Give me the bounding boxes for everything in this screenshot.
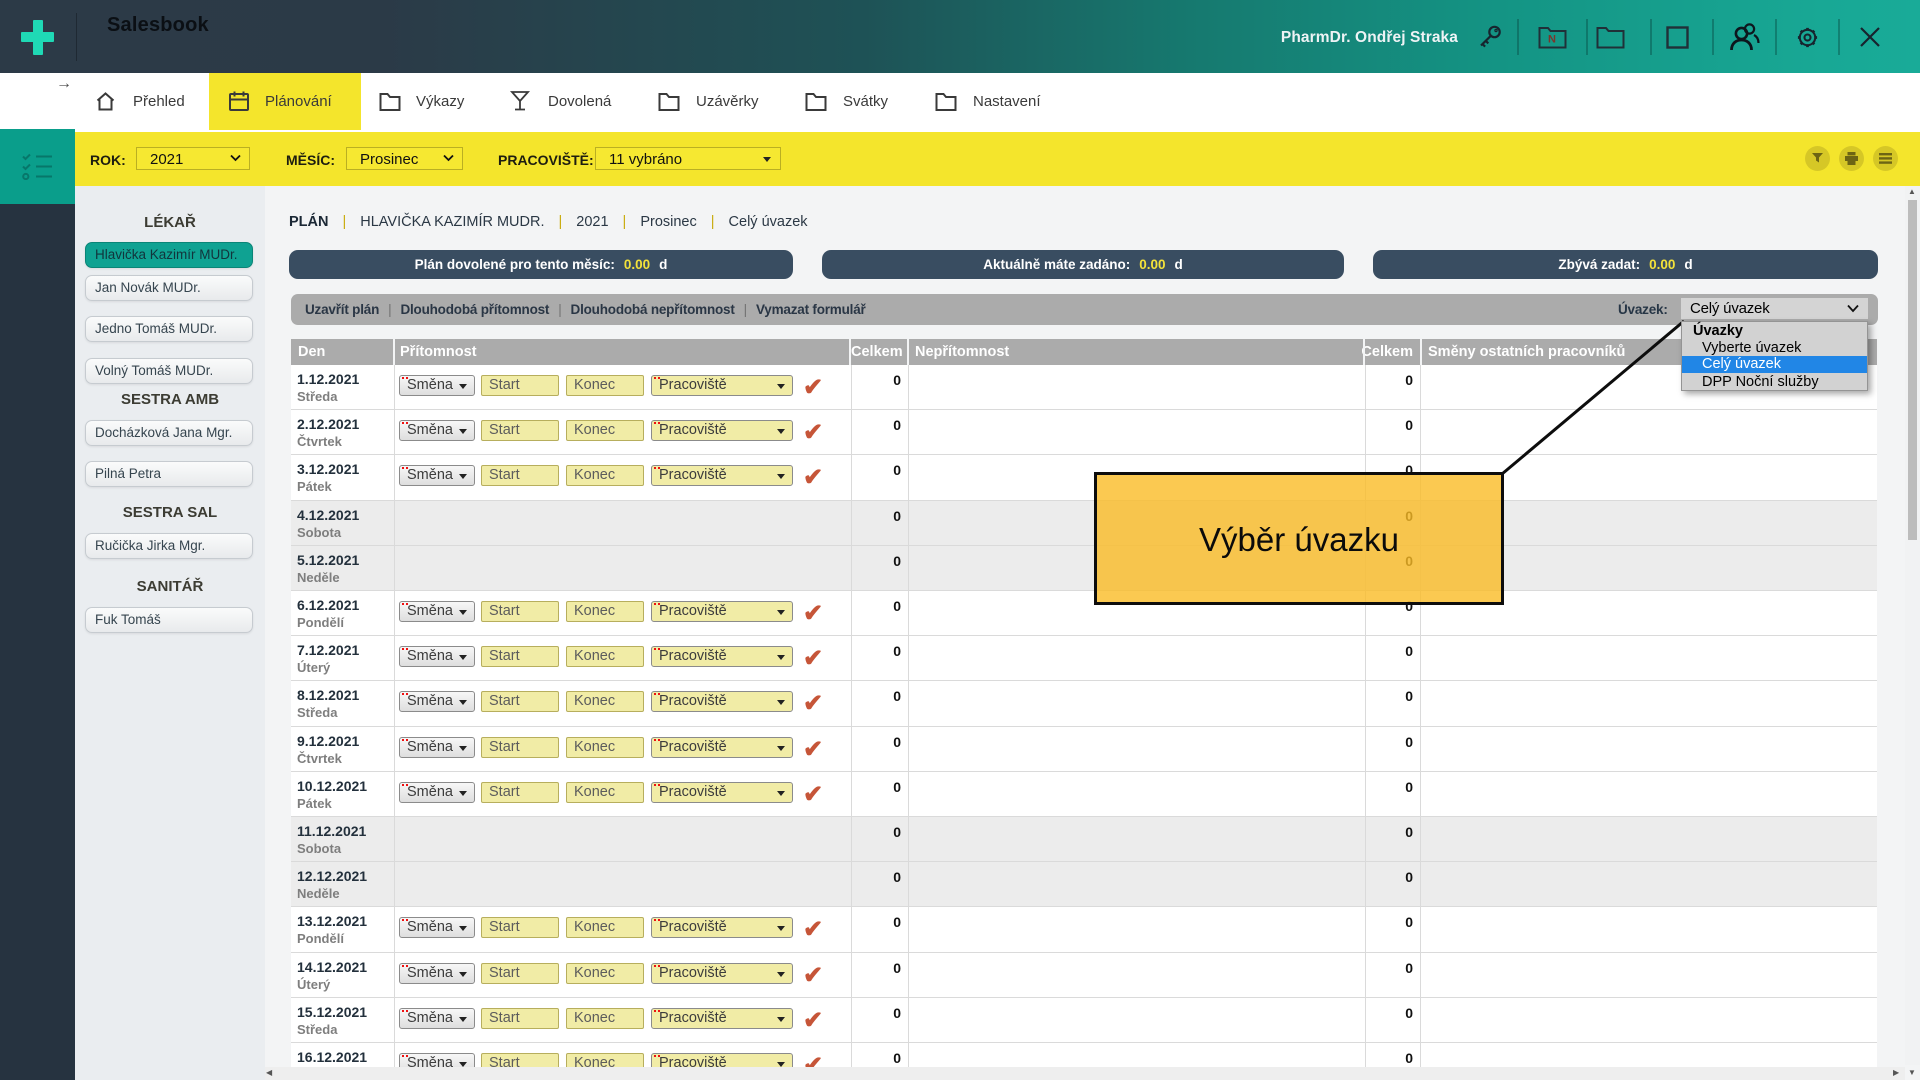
svg-text:N: N [1548,34,1556,46]
